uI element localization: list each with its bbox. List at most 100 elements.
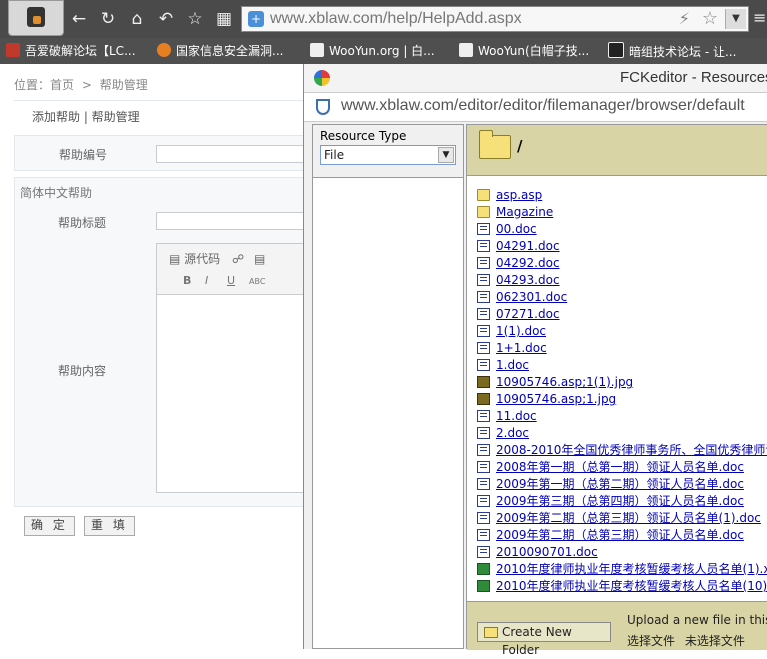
bookmark-label: WooYun(白帽子技... [478,44,590,58]
undo-icon[interactable]: ↶ [155,8,177,30]
file-row: 062301.doc [477,289,767,306]
resource-type-select[interactable]: File ▼ [320,145,456,165]
file-row: 04292.doc [477,255,767,272]
bookmark-item[interactable]: 吾爱破解论坛【LC... [6,42,136,60]
doc-icon [477,223,490,235]
bookmark-item[interactable]: 暗组技术论坛 - 让... [608,42,736,60]
page-subhead[interactable]: 添加帮助 | 帮助管理 [32,108,140,125]
lightning-icon[interactable]: ⚡ [679,9,690,28]
file-link[interactable]: 2010年度律师执业年度考核暂缓考核人员名单(1).xl [496,562,767,576]
file-row: 2.doc [477,425,767,442]
folder-icon [479,130,511,159]
file-link[interactable]: 2009年第一期（总第二期）领证人员名单.doc [496,477,744,491]
home-icon[interactable]: ⌂ [126,8,148,30]
reset-button[interactable]: 重 填 [84,516,135,536]
bookmark-favicon-icon [157,43,171,57]
bookmark-item[interactable]: WooYun(白帽子技... [459,42,589,60]
profile-avatar[interactable] [8,0,64,36]
jpg-icon [477,393,490,405]
breadcrumb-separator: > [81,78,92,92]
file-link[interactable]: 11.doc [496,409,537,423]
address-bar[interactable]: + www.xblaw.com/help/HelpAdd.aspx ⚡ ☆ ▼ [241,6,749,32]
file-link[interactable]: 2009年第三期（总第四期）领证人员名单.doc [496,494,744,508]
file-link[interactable]: 2.doc [496,426,529,440]
preview-icon[interactable]: ☍ [232,252,244,266]
breadcrumb: 位置：首页 > 帮助管理 [14,76,152,93]
file-chooser[interactable]: 选择文件 未选择文件 [627,632,745,649]
breadcrumb-current: 帮助管理 [99,78,148,92]
file-row: 1+1.doc [477,340,767,357]
help-id-label: 帮助编号 [59,148,108,162]
apps-icon[interactable]: ▦ [213,8,235,30]
doc-icon [477,495,490,507]
choose-file-button[interactable]: 选择文件 [627,634,675,648]
site-info-icon[interactable]: + [248,11,264,27]
bold-icon[interactable]: B [183,274,205,287]
file-link[interactable]: 1+1.doc [496,341,547,355]
bookmark-item[interactable]: WooYun.org | 白... [310,42,435,60]
underline-icon[interactable]: U [227,274,249,287]
resource-type-value: File [324,148,345,162]
popup-address-bar[interactable]: www.xblaw.com/editor/editor/filemanager/… [304,92,767,122]
file-link[interactable]: 04292.doc [496,256,560,270]
chrome-logo-icon [314,70,330,86]
editor-format-row: B I U ABC [183,274,265,287]
template-icon[interactable]: ▤ [254,252,265,266]
editor-toolbar-row: ▤ 源代码 ☍ ▤ [169,250,265,267]
menu-icon[interactable]: ≡ [753,8,767,30]
file-link[interactable]: 2010090701.doc [496,545,598,559]
file-link[interactable]: 10905746.asp;1.jpg [496,392,616,406]
strike-icon[interactable]: ABC [249,277,265,286]
file-link[interactable]: 07271.doc [496,307,560,321]
xls-icon [477,563,490,575]
back-icon[interactable]: ← [68,8,90,30]
file-link[interactable]: 2008-2010年全国优秀律师事务所、全国优秀律师证 [496,443,767,457]
file-link[interactable]: Magazine [496,205,553,219]
fckeditor-popup: FCKeditor - Resources www.xblaw.com/edit… [303,64,767,657]
doc-icon [477,359,490,371]
doc-icon [477,546,490,558]
jpg-icon [477,376,490,388]
file-row: 04293.doc [477,272,767,289]
create-folder-button[interactable]: Create New Folder [477,622,611,657]
rich-text-editor[interactable]: ▤ 源代码 ☍ ▤ B I U ABC [156,243,307,493]
file-link[interactable]: 2010年度律师执业年度考核暂缓考核人员名单(10). [496,579,767,593]
chevron-down-icon[interactable]: ▼ [438,147,454,163]
file-link[interactable]: 2009年第二期（总第三期）领证人员名单.doc [496,528,744,542]
file-row: 2009年第二期（总第三期）领证人员名单.doc [477,527,767,544]
doc-icon [477,308,490,320]
doc-icon [477,342,490,354]
bookmark-item[interactable]: 国家信息安全漏洞... [157,42,283,60]
file-link[interactable]: 04293.doc [496,273,560,287]
breadcrumb-home[interactable]: 位置：首页 [14,78,74,92]
file-link[interactable]: 00.doc [496,222,537,236]
file-row: 2009年第二期（总第三期）领证人员名单(1).doc [477,510,767,527]
source-button[interactable]: 源代码 [184,252,220,266]
file-link[interactable]: 1.doc [496,358,529,372]
help-title-input[interactable] [156,212,306,230]
section-title: 简体中文帮助 [20,186,93,200]
file-row: 2008-2010年全国优秀律师事务所、全国优秀律师证 [477,442,767,459]
source-icon[interactable]: ▤ [169,252,180,266]
help-id-input[interactable] [156,145,306,163]
xls-icon [477,580,490,592]
reload-icon[interactable]: ↻ [97,8,119,30]
file-link[interactable]: 2008年第一期（总第一期）领证人员名单.doc [496,460,744,474]
file-row: 2010年度律师执业年度考核暂缓考核人员名单(1).xl [477,561,767,578]
doc-icon [477,427,490,439]
bookmark-star-icon[interactable]: ☆ [184,8,206,30]
address-dropdown-icon[interactable]: ▼ [725,9,746,29]
bookmark-label: 吾爱破解论坛【LC... [25,44,136,58]
file-link[interactable]: 04291.doc [496,239,560,253]
file-link[interactable]: asp.asp [496,188,542,202]
file-link[interactable]: 10905746.asp;1(1).jpg [496,375,633,389]
italic-icon[interactable]: I [205,274,227,287]
resource-type-pane: Resource Type File ▼ [312,124,464,649]
file-link[interactable]: 2009年第二期（总第三期）领证人员名单(1).doc [496,511,761,525]
confirm-button[interactable]: 确 定 [24,516,75,536]
favorite-star-icon[interactable]: ☆ [702,8,718,29]
file-link[interactable]: 062301.doc [496,290,567,304]
upload-label: Upload a new file in this fo [627,613,767,627]
file-link[interactable]: 1(1).doc [496,324,546,338]
file-row: 2009年第一期（总第二期）领证人员名单.doc [477,476,767,493]
